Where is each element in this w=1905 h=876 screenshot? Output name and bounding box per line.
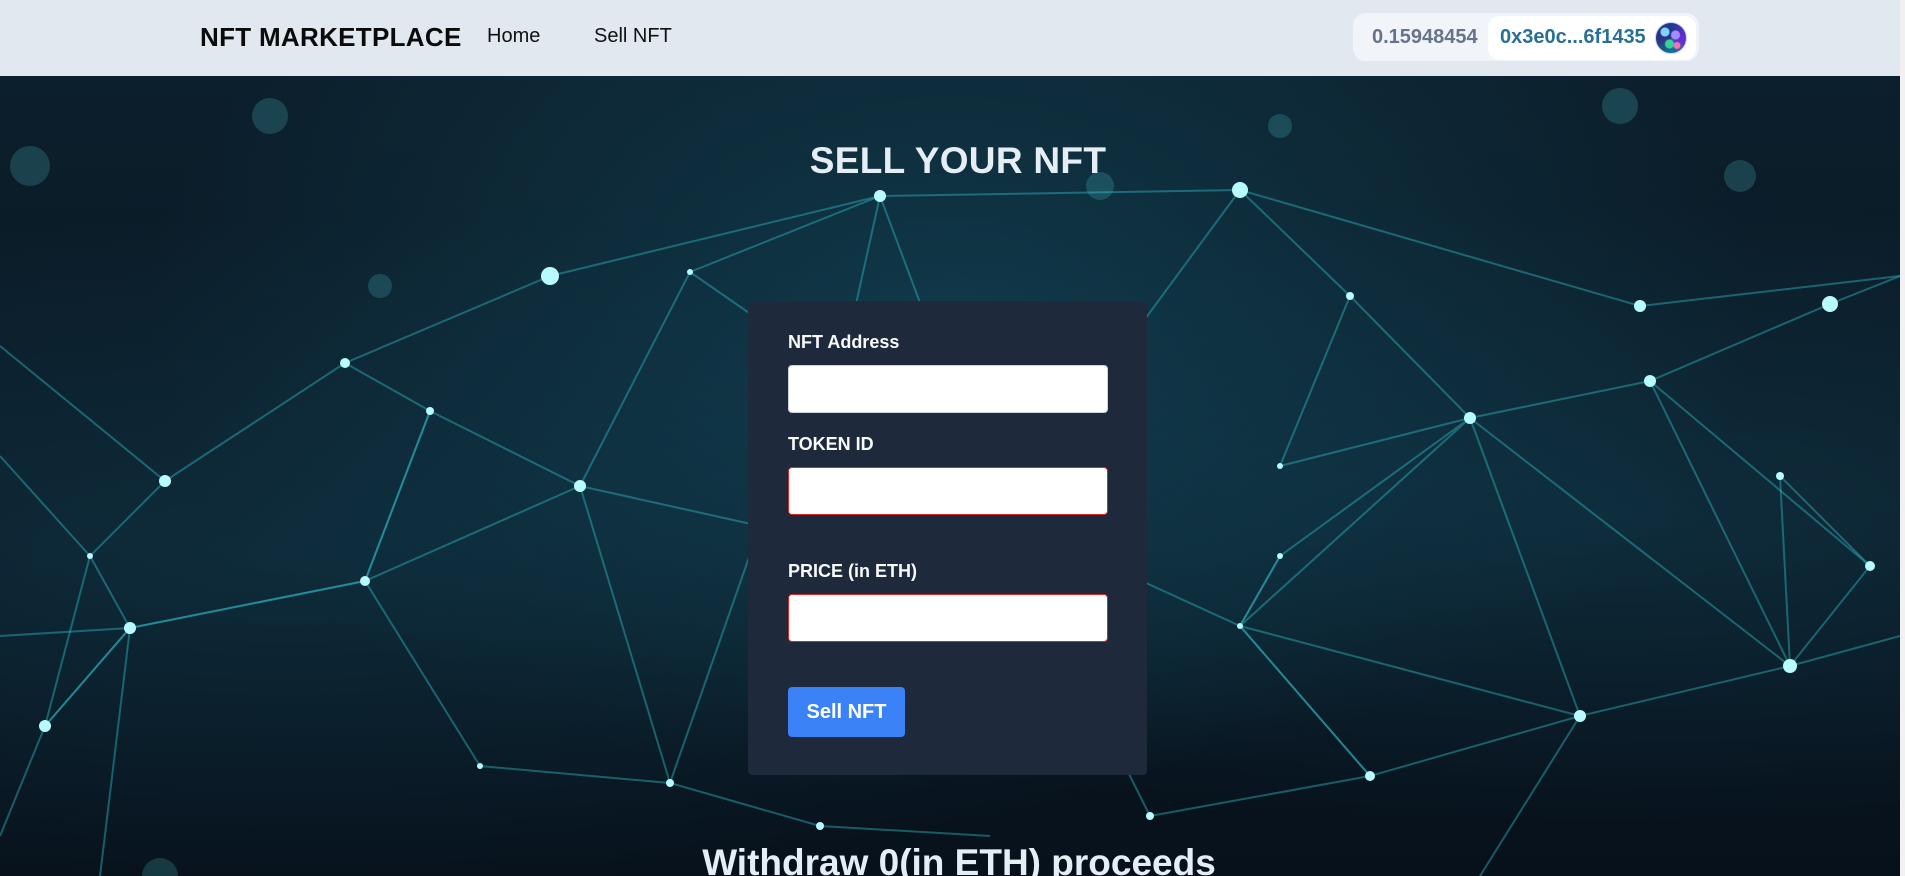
brand-logo-text[interactable]: NFT MARKETPLACE bbox=[200, 22, 462, 53]
nft-address-label: NFT Address bbox=[788, 332, 900, 352]
wallet-avatar-icon bbox=[1655, 22, 1687, 54]
sell-nft-button[interactable]: Sell NFT bbox=[788, 687, 905, 737]
wallet-account-button[interactable]: 0x3e0c...6f1435 bbox=[1488, 16, 1696, 60]
nav-link-home[interactable]: Home bbox=[487, 25, 540, 48]
nft-address-input[interactable] bbox=[788, 365, 1108, 413]
page-title: SELL YOUR NFT bbox=[809, 140, 1107, 181]
price-label: PRICE (in ETH) bbox=[788, 561, 917, 581]
withdraw-proceeds-heading: Withdraw 0(in ETH) proceeds bbox=[702, 842, 1216, 876]
price-input[interactable] bbox=[788, 594, 1108, 642]
page-scrollbar[interactable] bbox=[1900, 0, 1905, 876]
wallet-balance: 0.15948454 bbox=[1372, 26, 1478, 48]
nav-link-sell-nft[interactable]: Sell NFT bbox=[594, 25, 672, 48]
top-navbar: NFT MARKETPLACE Home Sell NFT 0.15948454… bbox=[0, 0, 1900, 76]
token-id-input[interactable] bbox=[788, 467, 1108, 515]
wallet-address: 0x3e0c...6f1435 bbox=[1500, 26, 1646, 48]
wallet-connect-widget[interactable]: 0.15948454 0x3e0c...6f1435 bbox=[1352, 12, 1700, 62]
hero-section: SELL YOUR NFT NFT Address TOKEN ID PRICE… bbox=[0, 76, 1900, 876]
token-id-label: TOKEN ID bbox=[788, 434, 874, 454]
sell-nft-form: NFT Address TOKEN ID PRICE (in ETH) Sell… bbox=[748, 301, 1147, 775]
